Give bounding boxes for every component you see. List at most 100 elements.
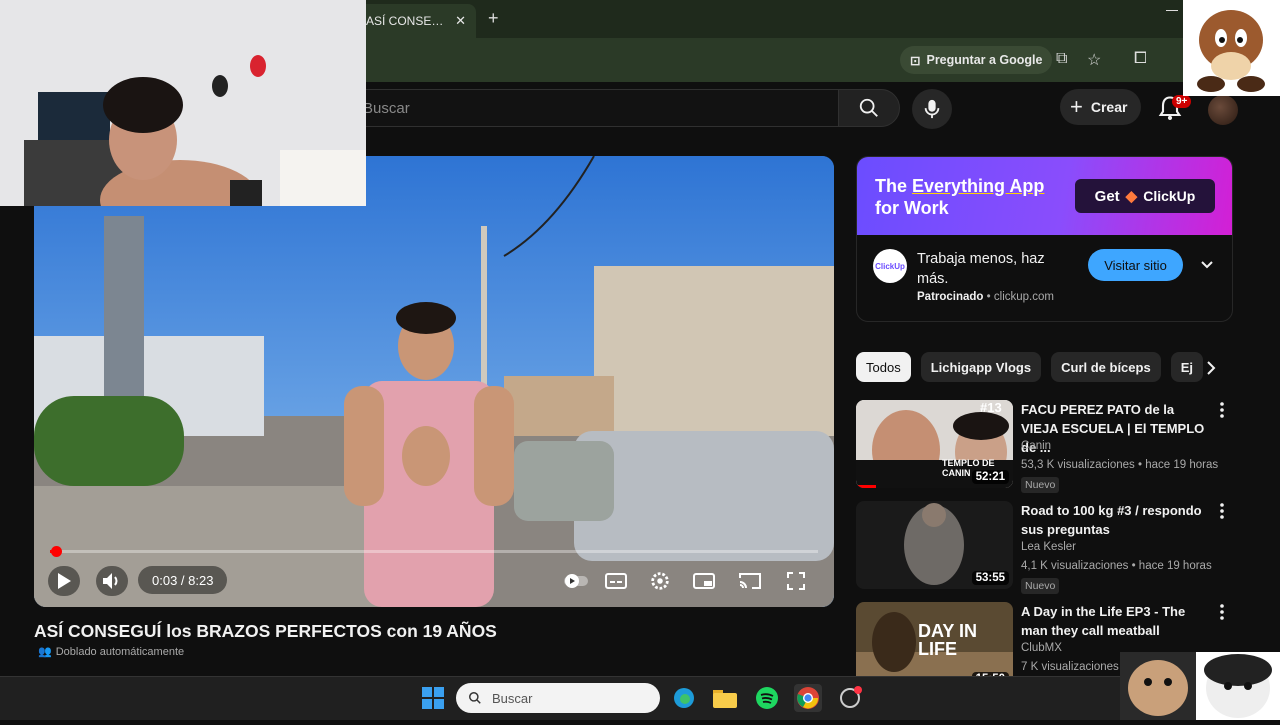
ad-headline-end: for Work (875, 198, 949, 218)
chevron-down-icon[interactable] (1199, 257, 1215, 273)
bookmark-star-icon[interactable]: ☆ (1087, 50, 1101, 70)
microphone-icon (924, 99, 940, 119)
autoplay-icon (564, 574, 588, 588)
chip-lichigapp-vlogs[interactable]: Lichigapp Vlogs (920, 352, 1042, 382)
chip-todos[interactable]: Todos (856, 352, 911, 382)
channel-name[interactable]: Canin (1021, 440, 1051, 452)
sponsored-ad[interactable]: The Everything App for Work Get ◆ ClickU… (856, 156, 1233, 322)
lens-icon: ⊡ (910, 53, 921, 68)
channel-name[interactable]: Lea Kesler (1021, 541, 1076, 553)
recommended-video[interactable]: 53:55 Road to 100 kg #3 / respondo sus p… (856, 501, 1232, 594)
thumbnail-tag: #13 (980, 400, 1002, 415)
voice-search-button[interactable] (912, 89, 952, 129)
video-meta: 53,3 K visualizaciones • hace 19 horas (1021, 459, 1219, 471)
video-frame (34, 156, 834, 607)
video-title[interactable]: A Day in the Life EP3 - The man they cal… (1021, 602, 1211, 640)
filter-chips: Todos Lichigapp Vlogs Curl de bíceps Ej (856, 352, 1226, 382)
tab-close-icon[interactable]: ✕ (455, 13, 466, 29)
edge-icon[interactable] (670, 684, 698, 712)
ad-brand: ClickUp (1143, 188, 1196, 204)
ad-text: Trabaja menos, haz más. (917, 251, 1045, 287)
taskbar-search-label: Buscar (492, 690, 533, 706)
volume-icon (103, 573, 118, 589)
ad-headline-start: The (875, 176, 913, 196)
goomba-sticker (1183, 0, 1280, 96)
minimize-button[interactable] (1166, 10, 1178, 11)
video-thumbnail[interactable]: 53:55 (856, 501, 1013, 589)
install-app-icon[interactable]: ⧉ (1056, 50, 1067, 68)
advertiser-logo[interactable]: ClickUp (873, 249, 907, 283)
video-player[interactable]: 0:03 / 8:23 (34, 156, 834, 607)
new-tab-button[interactable]: + (488, 8, 499, 29)
settings-button[interactable] (646, 566, 674, 596)
webcam-overlay (0, 0, 366, 206)
chrome-icon[interactable] (794, 684, 822, 712)
create-label: Crear (1090, 99, 1128, 115)
play-icon (58, 573, 71, 589)
more-options-icon[interactable] (1220, 402, 1224, 423)
progress-track[interactable] (50, 550, 818, 553)
taskbar-search[interactable]: Buscar (456, 683, 660, 713)
ad-sponsored-line: Patrocinado • clickup.com (917, 291, 1054, 303)
more-options-icon[interactable] (1220, 503, 1224, 524)
app-icon[interactable] (836, 684, 864, 712)
video-duration: 53:55 (971, 571, 1009, 585)
avatar[interactable] (1208, 95, 1238, 125)
gear-icon (651, 572, 669, 590)
new-badge: Nuevo (1021, 477, 1060, 493)
recommended-video[interactable]: TEMPLO DE CANIN #13 52:21 FACU PEREZ PAT… (856, 400, 1232, 493)
new-badge: Nuevo (1021, 578, 1060, 594)
ad-get-label: Get (1094, 187, 1120, 205)
puppet-sticker (1120, 652, 1280, 720)
notification-badge: 9+ (1172, 95, 1192, 108)
plus-icon: + (1070, 94, 1083, 119)
volume-button[interactable] (96, 566, 128, 596)
cast-button[interactable] (736, 566, 764, 596)
more-options-icon[interactable] (1220, 604, 1224, 625)
search-icon (859, 98, 878, 117)
ad-domain: clickup.com (993, 291, 1054, 303)
dubbed-icon: 👥 (38, 646, 52, 658)
fullscreen-button[interactable] (782, 566, 810, 596)
fullscreen-icon (787, 572, 805, 590)
video-duration: 52:21 (971, 470, 1009, 484)
chip-curl-de-biceps[interactable]: Curl de bíceps (1051, 352, 1161, 382)
ad-headline: The Everything App for Work (875, 175, 1075, 219)
video-thumbnail[interactable]: TEMPLO DE CANIN #13 52:21 (856, 400, 1013, 488)
ad-get-button[interactable]: Get ◆ ClickUp (1075, 179, 1215, 213)
create-button[interactable]: + Crear (1060, 89, 1142, 125)
spotify-icon[interactable] (753, 684, 781, 712)
extensions-icon[interactable]: ⧠ (1134, 50, 1147, 68)
windows-start-icon[interactable] (419, 684, 447, 712)
webcam-image (0, 0, 366, 206)
play-button[interactable] (48, 566, 80, 596)
video-meta: 4,1 K visualizaciones • hace 19 horas (1021, 560, 1212, 572)
cast-icon (739, 573, 761, 589)
search-icon (469, 692, 481, 704)
dubbed-text: Doblado automáticamente (55, 645, 185, 658)
puppet-image (1120, 652, 1280, 720)
chevron-right-icon[interactable] (1203, 360, 1219, 376)
search-button[interactable] (838, 89, 900, 127)
search-input[interactable]: Buscar (340, 89, 838, 127)
browser-tab[interactable]: ASÍ CONSEGUÍ los BRAZOS ✕ (356, 4, 476, 38)
miniplayer-button[interactable] (690, 566, 718, 596)
video-title: ASÍ CONSEGUÍ los BRAZOS PERFECTOS con 19… (34, 621, 497, 641)
dubbed-label: 👥 Doblado automáticamente (38, 645, 185, 659)
channel-name[interactable]: ClubMX (1021, 642, 1062, 654)
video-title[interactable]: Road to 100 kg #3 / respondo sus pregunt… (1021, 501, 1211, 539)
subtitles-icon (605, 573, 627, 589)
video-meta: 7 K visualizaciones (1021, 661, 1119, 673)
autoplay-toggle[interactable] (562, 566, 590, 596)
ask-google-label: Preguntar a Google (926, 53, 1043, 67)
chip-ej[interactable]: Ej (1170, 352, 1203, 382)
thumbnail-text: DAY IN LIFE (918, 621, 978, 659)
progress-scrubber[interactable] (51, 546, 62, 557)
goomba-image (1183, 0, 1280, 96)
miniplayer-icon (693, 573, 715, 589)
time-display: 0:03 / 8:23 (138, 566, 228, 594)
subtitles-button[interactable] (602, 566, 630, 596)
visit-site-button[interactable]: Visitar sitio (1088, 249, 1183, 281)
ask-google-button[interactable]: ⊡ Preguntar a Google (900, 46, 1053, 74)
file-explorer-icon[interactable] (711, 684, 739, 712)
